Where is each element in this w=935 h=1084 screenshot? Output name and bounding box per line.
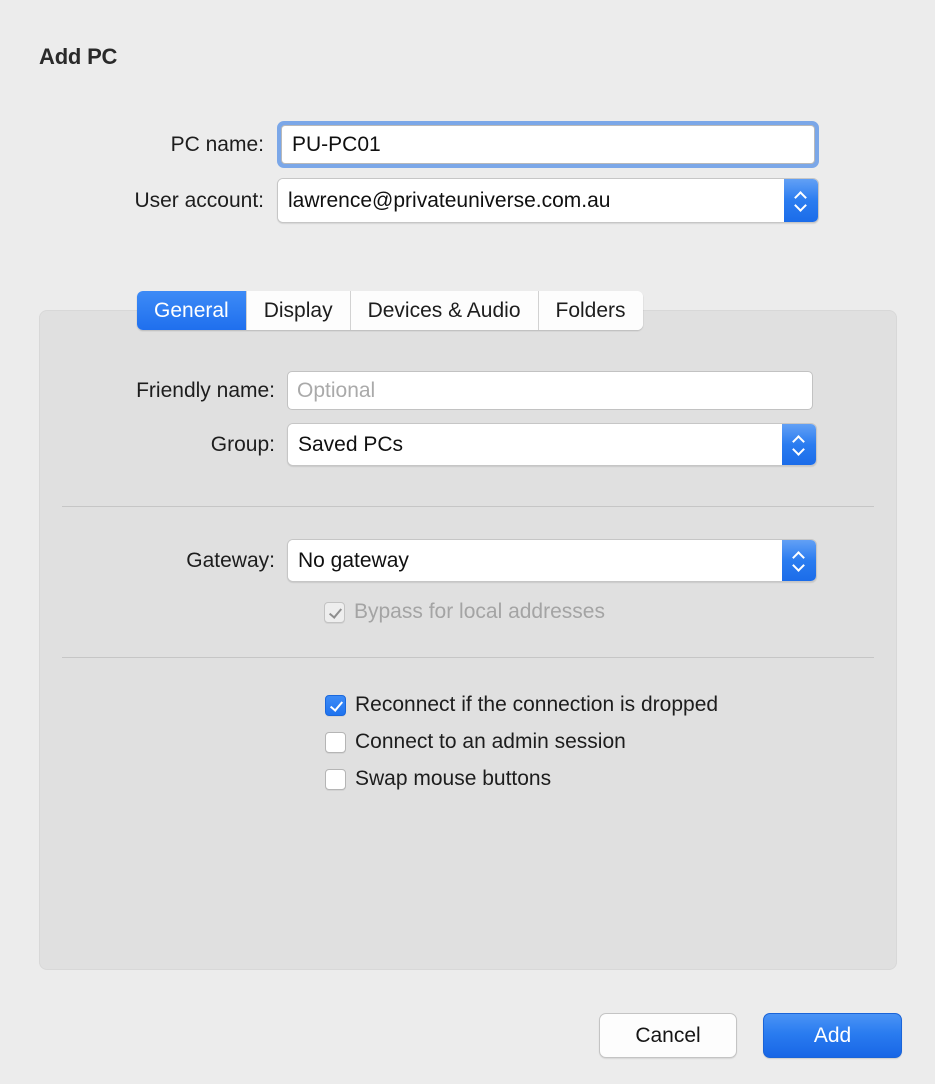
- admin-session-option-row[interactable]: Connect to an admin session: [325, 730, 718, 754]
- tab-general[interactable]: General: [137, 291, 246, 330]
- bypass-local-addresses-label: Bypass for local addresses: [354, 600, 605, 623]
- general-tab-panel: Friendly name: Optional Group: Saved PCs…: [39, 310, 897, 970]
- page-title: Add PC: [39, 44, 118, 69]
- admin-session-checkbox[interactable]: [325, 731, 346, 753]
- divider-top: [62, 506, 874, 507]
- group-stepper-icon[interactable]: [782, 424, 816, 465]
- pc-name-row: PC name: PU-PC01: [0, 121, 935, 168]
- chevron-up-icon: [793, 436, 805, 443]
- group-select[interactable]: Saved PCs: [287, 423, 817, 466]
- tab-devices-audio[interactable]: Devices & Audio: [349, 291, 538, 330]
- bypass-local-addresses-row[interactable]: Bypass for local addresses: [39, 600, 897, 624]
- pc-name-label: PC name:: [170, 132, 264, 156]
- user-account-select[interactable]: lawrence@privateuniverse.com.au: [277, 178, 819, 223]
- general-panel-rows: Friendly name: Optional Group: Saved PCs: [39, 371, 897, 479]
- chevron-down-icon: [793, 446, 805, 453]
- user-account-value: lawrence@privateuniverse.com.au: [278, 179, 784, 222]
- swap-mouse-option-row[interactable]: Swap mouse buttons: [325, 767, 718, 791]
- swap-mouse-label: Swap mouse buttons: [355, 767, 552, 790]
- chevron-down-icon: [795, 202, 807, 209]
- gateway-value: No gateway: [288, 540, 782, 581]
- pc-name-input[interactable]: PU-PC01: [281, 125, 815, 164]
- chevron-down-icon: [793, 562, 805, 569]
- bypass-local-addresses-checkbox: [324, 601, 345, 623]
- gateway-section: Gateway: No gateway Bypass for local add…: [39, 539, 897, 624]
- gateway-row: Gateway: No gateway: [39, 539, 897, 582]
- tab-bar: General Display Devices & Audio Folders: [137, 291, 643, 330]
- pc-name-field-focus-ring: PU-PC01: [277, 121, 819, 168]
- reconnect-checkbox[interactable]: [325, 694, 346, 716]
- connection-options-list: Reconnect if the connection is dropped C…: [325, 693, 718, 804]
- gateway-stepper-icon[interactable]: [782, 540, 816, 581]
- chevron-up-icon: [795, 192, 807, 199]
- add-button[interactable]: Add: [763, 1013, 902, 1058]
- friendly-name-input[interactable]: Optional: [287, 371, 813, 410]
- swap-mouse-checkbox[interactable]: [325, 768, 346, 790]
- top-form: PC name: PU-PC01 User account: lawrence@…: [0, 121, 935, 233]
- gateway-select[interactable]: No gateway: [287, 539, 817, 582]
- reconnect-option-row[interactable]: Reconnect if the connection is dropped: [325, 693, 718, 717]
- chevron-up-icon: [793, 552, 805, 559]
- tab-folders[interactable]: Folders: [537, 291, 643, 330]
- tab-display[interactable]: Display: [245, 291, 350, 330]
- gateway-label: Gateway:: [186, 548, 275, 572]
- group-row: Group: Saved PCs: [39, 423, 897, 466]
- user-account-row: User account: lawrence@privateuniverse.c…: [0, 178, 935, 223]
- group-value: Saved PCs: [288, 424, 782, 465]
- group-label: Group:: [210, 432, 275, 456]
- admin-session-label: Connect to an admin session: [355, 730, 626, 753]
- dialog-footer: Cancel Add: [599, 1013, 902, 1058]
- user-account-stepper-icon[interactable]: [784, 179, 818, 222]
- user-account-label: User account:: [134, 188, 264, 212]
- reconnect-label: Reconnect if the connection is dropped: [355, 693, 719, 716]
- friendly-name-row: Friendly name: Optional: [39, 371, 897, 410]
- divider-bottom: [62, 657, 874, 658]
- friendly-name-label: Friendly name:: [136, 378, 275, 402]
- cancel-button[interactable]: Cancel: [599, 1013, 737, 1058]
